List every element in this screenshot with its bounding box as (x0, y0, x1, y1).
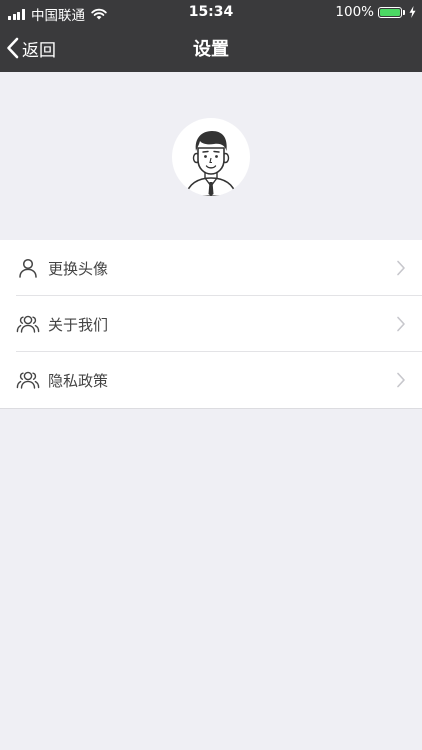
chevron-right-icon (397, 316, 405, 332)
menu-item-privacy-policy[interactable]: 隐私政策 (0, 352, 422, 408)
app-header: 中国联通 15:34 100% 返回 设置 (0, 0, 422, 72)
nav-bar: 返回 设置 (0, 24, 422, 72)
avatar-section (0, 72, 422, 240)
person-icon (19, 258, 37, 278)
menu-item-change-avatar[interactable]: 更换头像 (0, 240, 422, 296)
battery-fill (380, 8, 400, 16)
menu-item-about-us[interactable]: 关于我们 (0, 296, 422, 352)
avatar-illustration (185, 131, 237, 196)
battery-cap (403, 9, 405, 15)
battery-percentage: 100% (335, 4, 374, 20)
status-right: 100% (335, 4, 416, 20)
chevron-right-icon (397, 260, 405, 276)
battery-icon (378, 6, 402, 18)
settings-menu: 更换头像 关于我们 隐私政策 (0, 240, 422, 409)
charging-bolt-icon (409, 6, 416, 18)
menu-item-label: 关于我们 (48, 315, 109, 334)
status-bar: 中国联通 15:34 100% (0, 0, 422, 24)
avatar[interactable] (172, 118, 250, 196)
menu-item-label: 更换头像 (48, 259, 109, 278)
menu-item-label: 隐私政策 (48, 371, 109, 390)
group-icon (16, 315, 40, 333)
page-title: 设置 (193, 39, 229, 60)
group-icon (16, 371, 40, 389)
chevron-right-icon (397, 372, 405, 388)
